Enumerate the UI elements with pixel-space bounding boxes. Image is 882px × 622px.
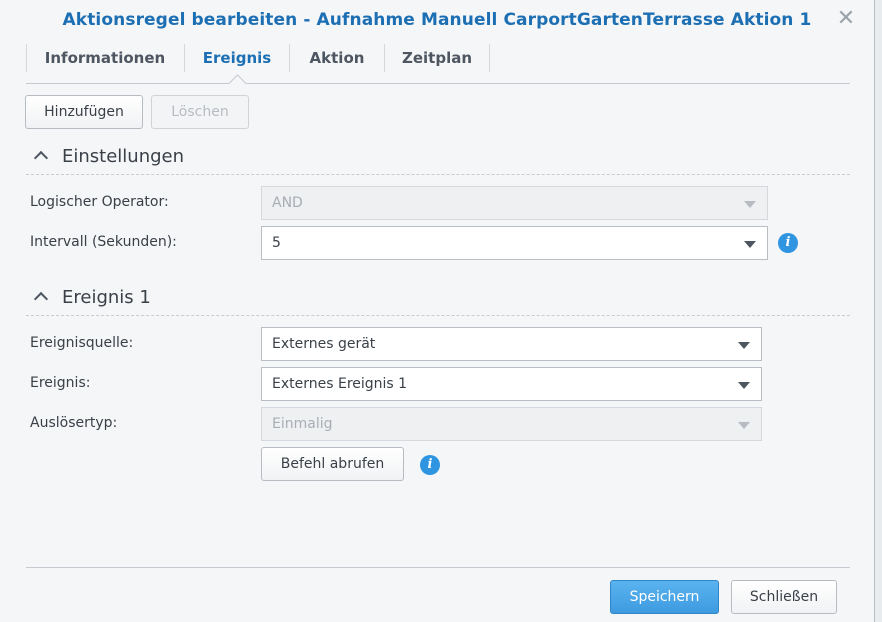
add-button[interactable]: Hinzufügen	[25, 95, 143, 129]
tab-ereignis[interactable]: Ereignis	[185, 42, 289, 72]
event-source-value: Externes gerät	[272, 336, 376, 352]
event-value: Externes Ereignis 1	[272, 376, 408, 392]
interval-label: Intervall (Sekunden):	[30, 234, 177, 250]
interval-value: 5	[272, 235, 281, 251]
settings-heading: Einstellungen	[62, 146, 185, 167]
close-button[interactable]: Schließen	[731, 580, 837, 614]
settings-section-header[interactable]: Einstellungen	[33, 146, 185, 167]
active-tab-indicator	[228, 74, 247, 93]
chevron-down-icon	[738, 382, 750, 389]
info-icon[interactable]: i	[778, 233, 798, 253]
section-divider	[26, 174, 850, 175]
trigger-type-value: Einmalig	[272, 416, 333, 432]
logical-operator-label: Logischer Operator:	[30, 194, 169, 210]
chevron-up-icon	[33, 150, 49, 166]
fetch-command-button[interactable]: Befehl abrufen	[261, 447, 404, 481]
chevron-up-icon	[33, 291, 49, 307]
save-button[interactable]: Speichern	[610, 580, 719, 614]
footer-divider	[26, 567, 850, 568]
close-icon[interactable]: ✕	[834, 7, 858, 31]
tab-zeitplan[interactable]: Zeitplan	[385, 42, 489, 72]
event-label: Ereignis:	[30, 375, 91, 391]
chevron-down-icon	[744, 201, 756, 208]
interval-select[interactable]: 5	[261, 226, 768, 260]
info-icon[interactable]: i	[420, 455, 440, 475]
section-divider	[26, 315, 850, 316]
tab-aktion[interactable]: Aktion	[290, 42, 384, 72]
event-heading: Ereignis 1	[62, 287, 151, 308]
trigger-type-select: Einmalig	[261, 407, 762, 441]
background-window-edge	[874, 0, 882, 622]
event-select[interactable]: Externes Ereignis 1	[261, 367, 762, 401]
logical-operator-value: AND	[272, 195, 303, 211]
delete-button[interactable]: Löschen	[151, 95, 249, 129]
dialog-title: Aktionsregel bearbeiten - Aufnahme Manue…	[62, 10, 812, 30]
trigger-type-label: Auslösertyp:	[30, 415, 118, 431]
chevron-down-icon	[744, 241, 756, 248]
tab-underline	[26, 83, 850, 84]
tab-separator	[489, 44, 490, 72]
edit-action-rule-dialog: Aktionsregel bearbeiten - Aufnahme Manue…	[0, 0, 875, 622]
event-source-label: Ereignisquelle:	[30, 335, 134, 351]
chevron-down-icon	[738, 342, 750, 349]
chevron-down-icon	[738, 422, 750, 429]
tab-informationen[interactable]: Informationen	[26, 42, 184, 72]
event-source-select[interactable]: Externes gerät	[261, 327, 762, 361]
logical-operator-select: AND	[261, 186, 768, 220]
event-section-header[interactable]: Ereignis 1	[33, 287, 151, 308]
